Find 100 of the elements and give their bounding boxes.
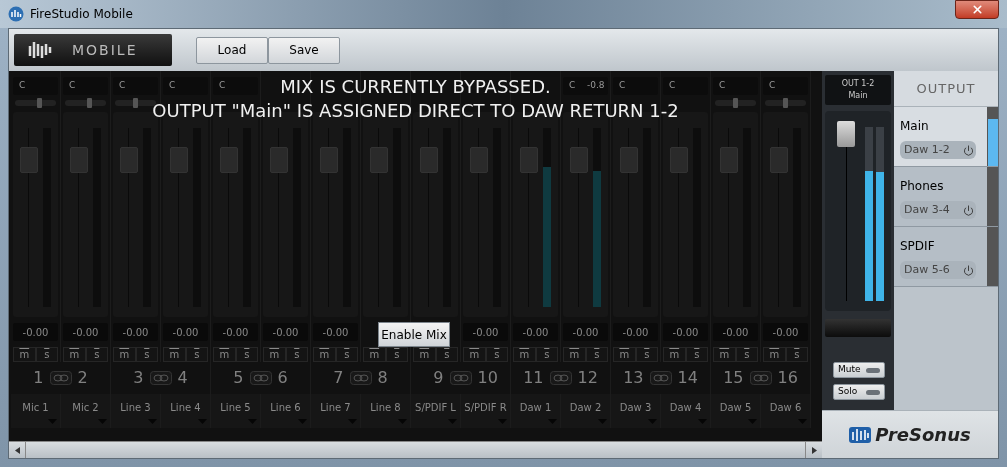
input-selector[interactable]: Line 5 <box>211 394 261 428</box>
channel-mute-toggle[interactable]: m <box>663 347 686 362</box>
pan-thumb[interactable] <box>133 98 138 108</box>
channel-solo-toggle[interactable]: s <box>185 347 208 362</box>
channel-solo-toggle[interactable]: s <box>85 347 108 362</box>
channel-solo-toggle[interactable]: s <box>685 347 708 362</box>
channel-mute-toggle[interactable]: m <box>263 347 286 362</box>
pan-display[interactable]: C -0.8 <box>563 77 608 95</box>
fader-thumb[interactable] <box>469 147 488 174</box>
master-fader-thumb[interactable] <box>837 121 855 147</box>
fader-track[interactable] <box>669 128 688 307</box>
channel-mute-toggle[interactable]: m <box>713 347 736 362</box>
power-icon[interactable] <box>963 264 974 276</box>
channel-solo-toggle[interactable]: s <box>635 347 658 362</box>
pan-slider[interactable] <box>65 100 106 106</box>
master-fader-track[interactable] <box>837 121 855 301</box>
channel-solo-toggle[interactable]: s <box>785 347 808 362</box>
pan-slider[interactable] <box>15 100 56 106</box>
fader-track[interactable] <box>469 128 488 307</box>
fader-thumb[interactable] <box>119 147 138 174</box>
fader-track[interactable] <box>19 128 38 307</box>
fader-thumb[interactable] <box>569 147 588 174</box>
pan-display[interactable]: C <box>63 77 108 95</box>
link-icon[interactable] <box>49 371 72 385</box>
fader-track[interactable] <box>569 128 588 307</box>
channel-mute-toggle[interactable]: m <box>213 347 236 362</box>
pan-thumb[interactable] <box>783 98 788 108</box>
input-selector[interactable]: S/PDIF L <box>411 394 461 428</box>
channel-mute-toggle[interactable]: m <box>613 347 636 362</box>
input-selector[interactable]: Line 3 <box>111 394 161 428</box>
channel-mute-toggle[interactable]: m <box>463 347 486 362</box>
fader-thumb[interactable] <box>669 147 688 174</box>
channel-solo-toggle[interactable]: s <box>235 347 258 362</box>
close-button[interactable] <box>955 0 999 19</box>
channel-solo-toggle[interactable]: s <box>435 347 458 362</box>
input-selector[interactable]: Daw 5 <box>711 394 761 428</box>
fader-thumb[interactable] <box>269 147 288 174</box>
fader-track[interactable] <box>69 128 88 307</box>
channel-mute-toggle[interactable]: m <box>163 347 186 362</box>
route-selector[interactable]: Daw 1-2 <box>900 141 976 159</box>
toggle-button[interactable]: Solo <box>833 384 885 400</box>
channel-solo-toggle[interactable]: s <box>35 347 58 362</box>
output-item[interactable]: Phones Daw 3-4 <box>894 167 998 227</box>
input-selector[interactable]: Line 7 <box>311 394 361 428</box>
link-icon[interactable] <box>749 371 772 385</box>
toolbar-button[interactable]: Save <box>268 36 340 64</box>
pan-display[interactable]: C <box>113 77 158 95</box>
channel-solo-toggle[interactable]: s <box>135 347 158 362</box>
fader-thumb[interactable] <box>169 147 188 174</box>
route-selector[interactable]: Daw 5-6 <box>900 261 976 279</box>
fader-track[interactable] <box>719 128 738 307</box>
fader-thumb[interactable] <box>369 147 388 174</box>
pan-display[interactable]: C <box>213 77 258 95</box>
channel-mute-toggle[interactable]: m <box>763 347 786 362</box>
toolbar-button[interactable]: Load <box>196 36 268 64</box>
fader-thumb[interactable] <box>419 147 438 174</box>
output-item[interactable]: Main Daw 1-2 <box>894 107 998 167</box>
channel-mute-toggle[interactable]: m <box>13 347 36 362</box>
fader-thumb[interactable] <box>319 147 338 174</box>
pan-thumb[interactable] <box>36 98 42 108</box>
fader-thumb[interactable] <box>69 147 88 174</box>
toggle-button[interactable]: Mute <box>833 362 885 378</box>
pan-display[interactable]: C <box>713 77 758 95</box>
pan-thumb[interactable] <box>86 98 92 108</box>
fader-track[interactable] <box>419 128 438 307</box>
fader-track[interactable] <box>769 128 788 307</box>
link-icon[interactable] <box>349 371 372 385</box>
horizontal-scrollbar[interactable] <box>9 441 822 458</box>
channel-mute-toggle[interactable]: m <box>63 347 86 362</box>
input-selector[interactable]: Mic 1 <box>11 394 61 428</box>
output-item[interactable]: SPDIF Daw 5-6 <box>894 227 998 287</box>
link-icon[interactable] <box>449 371 472 385</box>
fader-thumb[interactable] <box>619 147 638 174</box>
fader-track[interactable] <box>619 128 638 307</box>
input-selector[interactable]: Daw 3 <box>611 394 661 428</box>
channel-mute-toggle[interactable]: m <box>413 347 436 362</box>
fader-thumb[interactable] <box>19 147 38 174</box>
pan-thumb[interactable] <box>733 98 738 108</box>
channel-solo-toggle[interactable]: s <box>535 347 558 362</box>
input-selector[interactable]: Daw 1 <box>511 394 561 428</box>
channel-solo-toggle[interactable]: s <box>335 347 358 362</box>
pan-slider[interactable] <box>115 100 156 106</box>
fader-track[interactable] <box>119 128 138 307</box>
channel-solo-toggle[interactable]: s <box>735 347 758 362</box>
fader-track[interactable] <box>219 128 238 307</box>
fader-track[interactable] <box>369 128 388 307</box>
channel-mute-toggle[interactable]: m <box>113 347 136 362</box>
route-selector[interactable]: Daw 3-4 <box>900 201 976 219</box>
input-selector[interactable]: Daw 6 <box>761 394 811 428</box>
pan-display[interactable]: C <box>763 77 808 95</box>
fader-track[interactable] <box>169 128 188 307</box>
link-icon[interactable] <box>249 371 272 385</box>
pan-display[interactable]: C <box>663 77 708 95</box>
fader-thumb[interactable] <box>519 147 538 174</box>
channel-solo-toggle[interactable]: s <box>485 347 508 362</box>
fader-track[interactable] <box>319 128 338 307</box>
pan-slider[interactable] <box>765 100 806 106</box>
fader-thumb[interactable] <box>219 147 238 174</box>
power-icon[interactable] <box>963 144 974 156</box>
channel-solo-toggle[interactable]: s <box>285 347 308 362</box>
